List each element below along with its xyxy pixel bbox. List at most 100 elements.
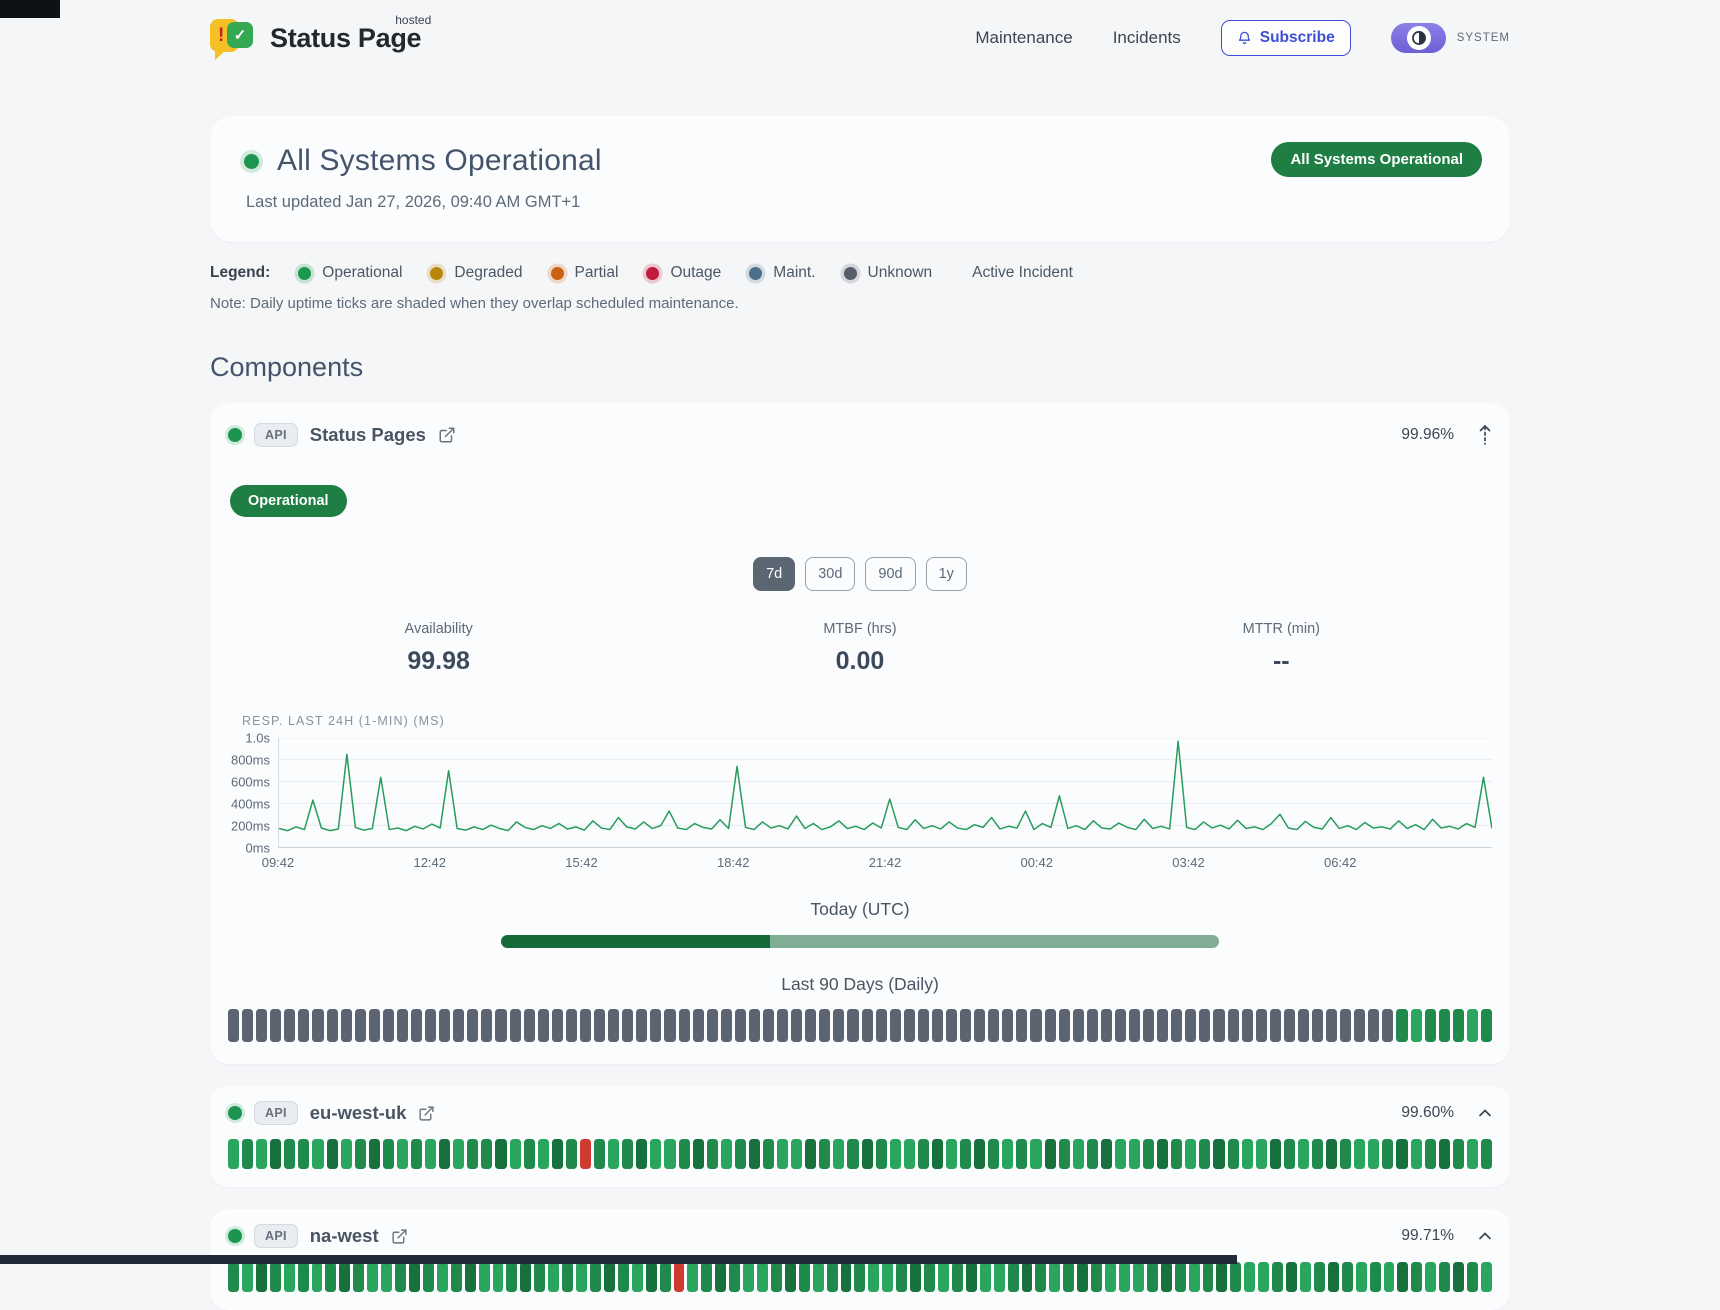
uptime-tick[interactable] xyxy=(423,1262,434,1292)
uptime-tick[interactable] xyxy=(495,1009,506,1042)
uptime-tick[interactable] xyxy=(566,1009,577,1042)
uptime-tick[interactable] xyxy=(608,1009,619,1042)
uptime-tick[interactable] xyxy=(341,1009,352,1042)
uptime-tick[interactable] xyxy=(538,1139,549,1169)
uptime-tick[interactable] xyxy=(1298,1009,1309,1042)
uptime-tick[interactable] xyxy=(453,1139,464,1169)
uptime-tick[interactable] xyxy=(580,1139,591,1169)
uptime-tick[interactable] xyxy=(974,1139,985,1169)
uptime-tick[interactable] xyxy=(1340,1139,1351,1169)
uptime-tick[interactable] xyxy=(381,1262,392,1292)
uptime-tick[interactable] xyxy=(918,1139,929,1169)
uptime-tick[interactable] xyxy=(397,1139,408,1169)
uptime-tick[interactable] xyxy=(890,1139,901,1169)
uptime-tick[interactable] xyxy=(1354,1009,1365,1042)
uptime-tick[interactable] xyxy=(876,1139,887,1169)
expand-chevron-icon[interactable] xyxy=(1478,1231,1492,1241)
uptime-tick[interactable] xyxy=(1439,1262,1450,1292)
uptime-tick[interactable] xyxy=(1171,1009,1182,1042)
uptime-tick[interactable] xyxy=(1228,1009,1239,1042)
uptime-tick[interactable] xyxy=(932,1009,943,1042)
uptime-tick[interactable] xyxy=(1481,1009,1492,1042)
uptime-tick[interactable] xyxy=(1087,1139,1098,1169)
uptime-tick[interactable] xyxy=(339,1262,350,1292)
uptime-tick[interactable] xyxy=(777,1009,788,1042)
uptime-tick[interactable] xyxy=(674,1262,685,1292)
uptime-tick[interactable] xyxy=(847,1139,858,1169)
uptime-tick[interactable] xyxy=(833,1139,844,1169)
uptime-tick[interactable] xyxy=(693,1009,704,1042)
uptime-tick[interactable] xyxy=(1342,1262,1353,1292)
uptime-tick[interactable] xyxy=(1030,1009,1041,1042)
uptime-tick[interactable] xyxy=(841,1262,852,1292)
uptime-tick[interactable] xyxy=(1270,1009,1281,1042)
uptime-tick[interactable] xyxy=(608,1139,619,1169)
uptime-tick[interactable] xyxy=(1256,1139,1267,1169)
uptime-tick[interactable] xyxy=(1101,1139,1112,1169)
uptime-tick[interactable] xyxy=(1171,1139,1182,1169)
uptime-tick[interactable] xyxy=(805,1009,816,1042)
uptime-tick[interactable] xyxy=(395,1262,406,1292)
uptime-tick[interactable] xyxy=(548,1262,559,1292)
uptime-tick[interactable] xyxy=(1242,1009,1253,1042)
uptime-tick[interactable] xyxy=(1312,1009,1323,1042)
uptime-tick[interactable] xyxy=(411,1139,422,1169)
uptime-tick[interactable] xyxy=(1467,1139,1478,1169)
uptime-tick[interactable] xyxy=(777,1139,788,1169)
uptime-tick[interactable] xyxy=(467,1139,478,1169)
uptime-tick[interactable] xyxy=(284,1262,295,1292)
uptime-tick[interactable] xyxy=(876,1009,887,1042)
uptime-tick[interactable] xyxy=(988,1009,999,1042)
uptime-tick[interactable] xyxy=(1382,1139,1393,1169)
uptime-tick[interactable] xyxy=(1203,1262,1214,1292)
uptime-tick[interactable] xyxy=(256,1262,267,1292)
uptime-tick[interactable] xyxy=(355,1139,366,1169)
uptime-tick[interactable] xyxy=(1147,1262,1158,1292)
uptime-tick[interactable] xyxy=(270,1009,281,1042)
uptime-tick[interactable] xyxy=(679,1139,690,1169)
uptime-tick[interactable] xyxy=(749,1009,760,1042)
uptime-tick[interactable] xyxy=(1143,1009,1154,1042)
uptime-tick[interactable] xyxy=(355,1009,366,1042)
uptime-tick[interactable] xyxy=(946,1009,957,1042)
uptime-tick[interactable] xyxy=(1016,1009,1027,1042)
uptime-tick[interactable] xyxy=(1175,1262,1186,1292)
uptime-tick[interactable] xyxy=(467,1009,478,1042)
uptime-tick[interactable] xyxy=(524,1009,535,1042)
uptime-tick[interactable] xyxy=(1115,1139,1126,1169)
uptime-tick[interactable] xyxy=(1411,1262,1422,1292)
uptime-tick[interactable] xyxy=(1382,1009,1393,1042)
uptime-tick[interactable] xyxy=(1425,1009,1436,1042)
uptime-tick[interactable] xyxy=(994,1262,1005,1292)
uptime-tick[interactable] xyxy=(256,1139,267,1169)
uptime-tick[interactable] xyxy=(1396,1139,1407,1169)
uptime-tick[interactable] xyxy=(369,1139,380,1169)
uptime-tick[interactable] xyxy=(1115,1009,1126,1042)
uptime-tick[interactable] xyxy=(1216,1262,1227,1292)
uptime-tick[interactable] xyxy=(312,1262,323,1292)
uptime-tick[interactable] xyxy=(618,1262,629,1292)
uptime-tick[interactable] xyxy=(819,1009,830,1042)
uptime-tick[interactable] xyxy=(763,1139,774,1169)
uptime-tick[interactable] xyxy=(862,1009,873,1042)
uptime-tick[interactable] xyxy=(566,1139,577,1169)
uptime-tick[interactable] xyxy=(707,1139,718,1169)
uptime-tick[interactable] xyxy=(791,1009,802,1042)
uptime-tick[interactable] xyxy=(966,1262,977,1292)
uptime-tick[interactable] xyxy=(1453,1262,1464,1292)
range-button-30d[interactable]: 30d xyxy=(805,557,855,591)
uptime-tick[interactable] xyxy=(1101,1009,1112,1042)
uptime-tick[interactable] xyxy=(1185,1009,1196,1042)
uptime-tick[interactable] xyxy=(270,1262,281,1292)
uptime-tick[interactable] xyxy=(1059,1009,1070,1042)
uptime-tick[interactable] xyxy=(890,1009,901,1042)
uptime-tick[interactable] xyxy=(854,1262,865,1292)
uptime-tick[interactable] xyxy=(660,1262,671,1292)
uptime-tick[interactable] xyxy=(1002,1009,1013,1042)
uptime-tick[interactable] xyxy=(590,1262,601,1292)
uptime-tick[interactable] xyxy=(715,1262,726,1292)
range-button-90d[interactable]: 90d xyxy=(865,557,915,591)
uptime-tick[interactable] xyxy=(1077,1262,1088,1292)
uptime-tick[interactable] xyxy=(1030,1139,1041,1169)
expand-chevron-icon[interactable] xyxy=(1478,1108,1492,1118)
